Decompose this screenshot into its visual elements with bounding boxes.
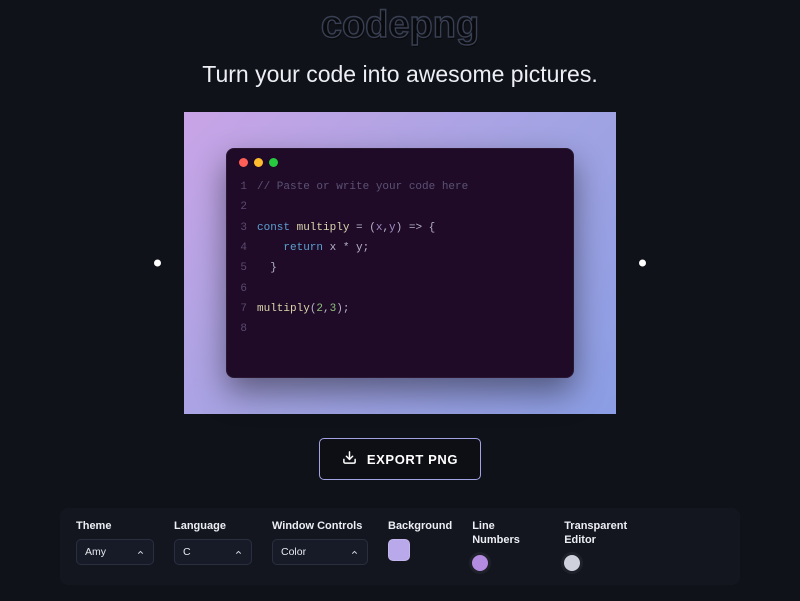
line-number: 7	[227, 299, 247, 319]
minimize-dot-icon	[254, 158, 263, 167]
canvas-area: 12345678 // Paste or write your code her…	[184, 112, 616, 414]
window-controls	[227, 149, 573, 175]
close-dot-icon	[239, 158, 248, 167]
line-number: 3	[227, 218, 247, 238]
code-line[interactable]: }	[257, 258, 563, 278]
theme-select[interactable]: Amy	[76, 539, 154, 565]
resize-handle-left[interactable]	[154, 260, 161, 267]
tagline: Turn your code into awesome pictures.	[202, 61, 597, 88]
code-editor[interactable]: 12345678 // Paste or write your code her…	[226, 148, 574, 378]
code-body[interactable]: 12345678 // Paste or write your code her…	[227, 175, 573, 340]
theme-label: Theme	[76, 520, 154, 532]
line-number: 2	[227, 197, 247, 217]
code-line[interactable]	[257, 319, 563, 339]
window-controls-select[interactable]: Color	[272, 539, 368, 565]
download-icon	[342, 450, 357, 468]
line-number: 8	[227, 319, 247, 339]
code-line[interactable]	[257, 197, 563, 217]
language-label: Language	[174, 520, 252, 532]
chevron-up-icon	[136, 548, 145, 557]
resize-handle-right[interactable]	[639, 260, 646, 267]
transparent-editor-toggle[interactable]	[564, 555, 580, 571]
control-language: Language C	[174, 520, 252, 571]
export-png-button[interactable]: EXPORT PNG	[319, 438, 481, 480]
code-line[interactable]: const multiply = (x,y) => {	[257, 218, 563, 238]
language-value: C	[183, 546, 191, 558]
control-theme: Theme Amy	[76, 520, 154, 571]
line-numbers-label: Line Numbers	[472, 520, 544, 548]
language-select[interactable]: C	[174, 539, 252, 565]
code-line[interactable]	[257, 279, 563, 299]
control-transparent-editor: Transparent Editor	[564, 520, 636, 571]
transparent-editor-label: Transparent Editor	[564, 520, 636, 548]
line-numbers-toggle[interactable]	[472, 555, 488, 571]
canvas-background[interactable]: 12345678 // Paste or write your code her…	[184, 112, 616, 414]
code-line[interactable]: // Paste or write your code here	[257, 177, 563, 197]
zoom-dot-icon	[269, 158, 278, 167]
code-line[interactable]: return x * y;	[257, 238, 563, 258]
line-number: 6	[227, 279, 247, 299]
control-background: Background	[388, 520, 452, 571]
chevron-up-icon	[234, 548, 243, 557]
code-lines[interactable]: // Paste or write your code here const m…	[257, 177, 573, 340]
line-number: 1	[227, 177, 247, 197]
window-controls-label: Window Controls	[272, 520, 368, 532]
line-number: 4	[227, 238, 247, 258]
window-controls-value: Color	[281, 546, 306, 558]
background-label: Background	[388, 520, 452, 532]
export-label: EXPORT PNG	[367, 452, 458, 467]
theme-value: Amy	[85, 546, 106, 558]
control-line-numbers: Line Numbers	[472, 520, 544, 571]
line-number: 5	[227, 258, 247, 278]
code-line[interactable]: multiply(2,3);	[257, 299, 563, 319]
background-swatch[interactable]	[388, 539, 410, 561]
line-number-gutter: 12345678	[227, 177, 257, 340]
control-window: Window Controls Color	[272, 520, 368, 571]
app-logo: codepng	[321, 4, 479, 47]
controls-bar: Theme Amy Language C Window Controls Col…	[60, 508, 740, 585]
chevron-up-icon	[350, 548, 359, 557]
